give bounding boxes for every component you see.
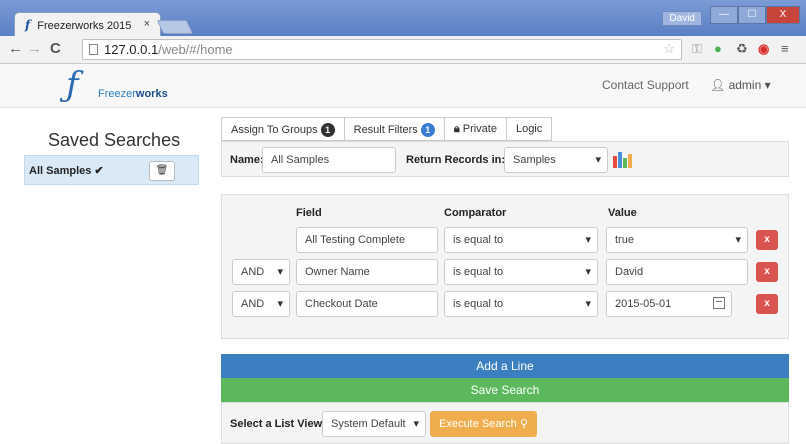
url-path: /web/#/home: [158, 42, 233, 57]
saved-search-label: All Samples ✔: [29, 165, 104, 177]
filter-date-input[interactable]: 2015-05-01: [606, 291, 732, 317]
new-tab-button[interactable]: [156, 20, 194, 34]
filter-value-input[interactable]: David: [606, 259, 748, 285]
filter-logic-select[interactable]: AND: [232, 259, 290, 285]
saved-searches-title: Saved Searches: [48, 130, 181, 150]
trash-icon[interactable]: 🗑︎: [149, 161, 175, 181]
tab-private[interactable]: 🔒︎ Private: [443, 117, 506, 141]
remove-filter-button[interactable]: x: [756, 230, 778, 250]
page-icon: [89, 44, 98, 55]
key-extension-icon[interactable]: ⚿: [692, 42, 702, 56]
freezerworks-logo[interactable]: ƒ Freezerworks: [66, 68, 176, 104]
contact-support-link[interactable]: Contact Support: [602, 78, 689, 92]
chrome-menu-icon[interactable]: ≡: [781, 42, 789, 56]
caret-down-icon: ▾: [764, 78, 771, 92]
minimize-icon[interactable]: —: [710, 6, 738, 24]
records-chart-icon[interactable]: [612, 150, 632, 168]
execute-search-label: Execute Search: [439, 418, 517, 430]
filter-field-input[interactable]: Checkout Date: [296, 291, 438, 317]
logo-wordmark: Freezerworks: [98, 88, 168, 100]
user-menu[interactable]: 👤︎ admin ▾: [710, 78, 771, 92]
list-view-select[interactable]: System Default: [322, 411, 426, 437]
window-controls: — ☐ X: [710, 6, 800, 24]
search-icon: ⚲: [519, 418, 528, 430]
value-column-header: Value: [608, 207, 637, 219]
remove-filter-button[interactable]: x: [756, 294, 778, 314]
tab-logic[interactable]: Logic: [505, 117, 553, 141]
list-view-label: Select a List View:: [230, 418, 326, 430]
calendar-icon[interactable]: [713, 297, 725, 309]
browser-tab[interactable]: f Freezerworks 2015 ×: [14, 12, 161, 36]
evernote-extension-icon[interactable]: ●: [714, 42, 722, 56]
search-name-bar: Name: All Samples Return Records in: Sam…: [221, 141, 789, 177]
reload-icon[interactable]: C: [50, 41, 61, 57]
back-arrow-icon[interactable]: ←: [8, 41, 23, 57]
user-menu-label: admin: [728, 78, 762, 92]
saved-search-item[interactable]: All Samples ✔ 🗑︎: [24, 155, 199, 185]
filters-count-badge: 1: [420, 123, 435, 137]
comparator-column-header: Comparator: [444, 207, 507, 219]
filter-date-value: 2015-05-01: [615, 298, 672, 310]
tab-result-filters[interactable]: Result Filters 1: [343, 117, 444, 141]
window-user-badge[interactable]: David: [662, 11, 702, 26]
name-label: Name:: [230, 154, 264, 166]
maximize-icon[interactable]: ☐: [738, 6, 766, 24]
recycle-extension-icon[interactable]: ♻: [736, 42, 748, 56]
bookmark-star-icon[interactable]: ☆: [663, 41, 675, 57]
browser-toolbar: ← → C 127.0.0.1/web/#/home ☆ ⚿ ● ♻ ◉ ≡: [0, 36, 806, 64]
logo-swoosh-icon: ƒ: [66, 65, 79, 105]
filter-value-select[interactable]: true: [606, 227, 748, 253]
app-header: ƒ Freezerworks Contact Support 👤︎ admin …: [0, 64, 806, 108]
search-tabs: Assign To Groups 1 Result Filters 1 🔒︎ Pri…: [221, 117, 553, 141]
remove-filter-button[interactable]: x: [756, 262, 778, 282]
search-name-input[interactable]: All Samples: [262, 147, 396, 173]
filter-comparator-select[interactable]: is equal to: [444, 259, 598, 285]
lock-icon: 🔒︎: [453, 123, 460, 135]
return-records-select[interactable]: Samples: [504, 147, 608, 173]
filter-comparator-select[interactable]: is equal to: [444, 227, 598, 253]
browser-tab-title: Freezerworks 2015: [37, 20, 132, 32]
user-icon: 👤︎: [710, 78, 726, 92]
filter-logic-select[interactable]: AND: [232, 291, 290, 317]
filter-panel: Field Comparator Value All Testing Compl…: [221, 194, 789, 339]
add-line-button[interactable]: Add a Line: [221, 354, 789, 378]
opera-extension-icon[interactable]: ◉: [758, 42, 769, 56]
freezerworks-favicon-icon: f: [25, 18, 31, 32]
tab-assign-to-groups[interactable]: Assign To Groups 1: [221, 117, 344, 141]
filter-field-input[interactable]: Owner Name: [296, 259, 438, 285]
forward-arrow-icon[interactable]: →: [27, 41, 42, 57]
groups-count-badge: 1: [320, 123, 335, 137]
field-column-header: Field: [296, 207, 322, 219]
list-view-bar: Select a List View: System Default Execu…: [221, 402, 789, 444]
return-records-label: Return Records in:: [406, 154, 506, 166]
url-host: 127.0.0.1: [104, 42, 159, 57]
tab-close-icon[interactable]: ×: [144, 18, 150, 30]
save-search-button[interactable]: Save Search: [221, 378, 789, 402]
filter-field-input[interactable]: All Testing Complete: [296, 227, 438, 253]
execute-search-button[interactable]: Execute Search ⚲: [430, 411, 537, 437]
browser-titlebar: f Freezerworks 2015 × David — ☐ X: [0, 0, 806, 36]
window-close-icon[interactable]: X: [766, 6, 800, 24]
address-bar[interactable]: 127.0.0.1/web/#/home ☆: [82, 39, 682, 60]
filter-comparator-select[interactable]: is equal to: [444, 291, 598, 317]
